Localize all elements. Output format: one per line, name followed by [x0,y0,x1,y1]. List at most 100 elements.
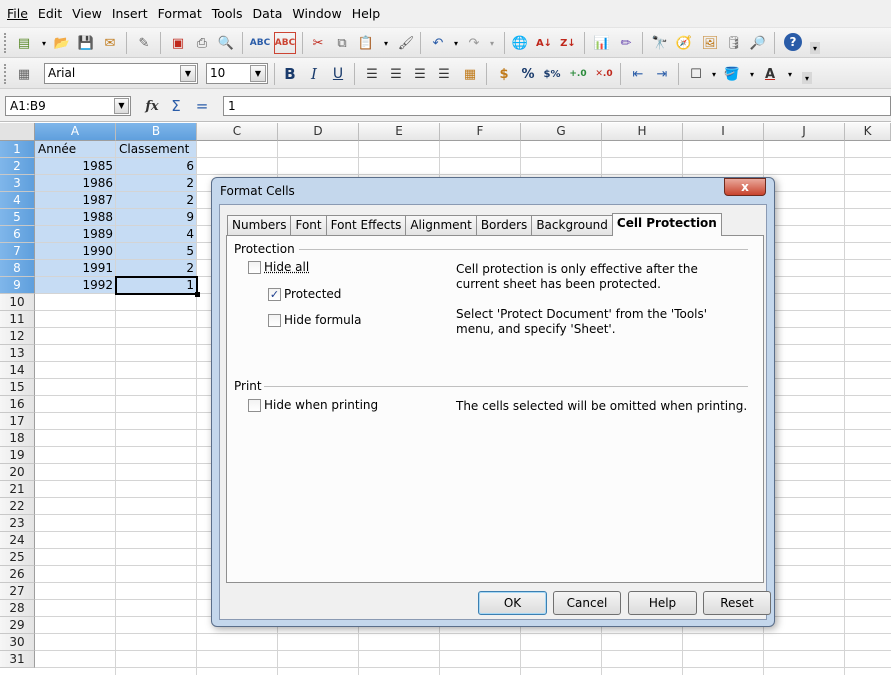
paste-dropdown-icon[interactable]: ▾ [376,33,396,53]
cell-a5[interactable]: 1988 [35,209,116,226]
background-color-icon[interactable]: 🪣 [722,64,742,84]
menu-insert[interactable]: Insert [107,0,153,28]
column-header-g[interactable]: G [521,123,602,141]
merge-cells-icon[interactable]: ▦ [460,64,480,84]
font-name-combo[interactable]: Arial ▼ [44,63,198,84]
row-header[interactable]: 25 [0,549,35,566]
open-folder-icon[interactable]: 📂 [52,33,72,53]
chevron-down-icon[interactable]: ▼ [114,98,129,114]
menu-edit[interactable]: Edit [33,0,67,28]
row-header[interactable]: 23 [0,515,35,532]
add-decimal-icon[interactable]: +.0 [568,64,588,84]
tab-alignment[interactable]: Alignment [405,215,477,235]
cell-b3[interactable]: 2 [116,175,197,192]
row-header[interactable]: 31 [0,651,35,668]
delete-decimal-icon[interactable]: ✕.0 [594,64,614,84]
row-header[interactable]: 20 [0,464,35,481]
cell-a8[interactable]: 1991 [35,260,116,277]
toolbar-grip[interactable] [4,64,8,84]
sum-icon[interactable]: Σ [166,96,186,116]
close-icon[interactable]: x [724,178,766,196]
chevron-down-icon[interactable]: ▼ [250,65,266,82]
row-header[interactable]: 22 [0,498,35,515]
help-icon[interactable]: ? [784,33,802,51]
currency-icon[interactable]: $ [494,64,514,84]
export-pdf-icon[interactable]: ▣ [168,33,188,53]
font-color-dropdown-icon[interactable]: ▾ [780,64,800,84]
underline-icon[interactable]: U [328,64,348,84]
tab-borders[interactable]: Borders [475,215,533,235]
formula-input[interactable]: 1 [223,96,891,116]
chevron-down-icon[interactable]: ▼ [180,65,196,82]
cell-a2[interactable]: 1985 [35,158,116,175]
row-header[interactable]: 5 [0,209,35,226]
cut-icon[interactable]: ✂ [308,33,328,53]
menu-help[interactable]: Help [347,0,386,28]
row-header[interactable]: 13 [0,345,35,362]
toolbar-grip[interactable] [4,33,8,53]
row-header[interactable]: 17 [0,413,35,430]
bold-icon[interactable]: B [280,64,300,84]
borders-icon[interactable]: ☐ [686,64,706,84]
row-header[interactable]: 9 [0,277,35,294]
column-header-i[interactable]: I [683,123,764,141]
menu-file[interactable]: File [2,0,33,28]
sort-descending-icon[interactable]: Z↓ [558,33,578,53]
cell-a9[interactable]: 1992 [35,277,116,294]
align-right-icon[interactable]: ☰ [410,64,430,84]
cell-a3[interactable]: 1986 [35,175,116,192]
decrease-indent-icon[interactable]: ⇤ [628,64,648,84]
row-header[interactable]: 19 [0,447,35,464]
name-box[interactable]: A1:B9 ▼ [5,96,131,116]
reset-button[interactable]: Reset [703,591,771,615]
align-left-icon[interactable]: ☰ [362,64,382,84]
tab-font-effects[interactable]: Font Effects [325,215,407,235]
hyperlink-icon[interactable]: 🌐 [510,33,530,53]
new-document-icon[interactable]: ▤ [14,33,34,53]
copy-icon[interactable]: ⧉ [332,33,352,53]
email-icon[interactable]: ✉ [100,33,120,53]
undo-icon[interactable]: ↶ [428,33,448,53]
function-icon[interactable]: = [192,96,212,116]
redo-dropdown-icon[interactable]: ▾ [482,33,502,53]
function-wizard-icon[interactable]: fx [142,96,162,116]
row-header[interactable]: 21 [0,481,35,498]
row-header[interactable]: 1 [0,141,35,158]
number-format-standard-icon[interactable]: $% [542,64,562,84]
row-header[interactable]: 24 [0,532,35,549]
styles-formatting-icon[interactable]: ▦ [14,64,34,84]
row-header[interactable]: 15 [0,379,35,396]
row-header[interactable]: 29 [0,617,35,634]
menu-tools[interactable]: Tools [207,0,248,28]
font-size-combo[interactable]: 10 ▼ [206,63,268,84]
italic-icon[interactable]: I [304,64,324,84]
row-header[interactable]: 26 [0,566,35,583]
undo-dropdown-icon[interactable]: ▾ [446,33,466,53]
row-header[interactable]: 11 [0,311,35,328]
chart-icon[interactable]: 📊 [592,33,612,53]
gallery-icon[interactable]: 🖼 [700,33,720,53]
zoom-icon[interactable]: 🔎 [748,33,768,53]
column-header-k[interactable]: K [845,123,891,141]
align-center-icon[interactable]: ☰ [386,64,406,84]
toolbar-overflow-icon[interactable]: ▾ [802,72,812,84]
autospellcheck-icon[interactable]: ABC [274,32,296,54]
row-header[interactable]: 27 [0,583,35,600]
draw-functions-icon[interactable]: ✏ [616,33,636,53]
protected-checkbox[interactable]: ✓ [268,288,281,301]
background-dropdown-icon[interactable]: ▾ [742,64,762,84]
hide-all-checkbox[interactable] [248,261,261,274]
navigator-icon[interactable]: 🧭 [674,33,694,53]
row-header[interactable]: 16 [0,396,35,413]
new-dropdown-icon[interactable]: ▾ [34,33,54,53]
cell-b4[interactable]: 2 [116,192,197,209]
cell-b1[interactable]: Classement [116,141,197,158]
fill-handle[interactable] [195,292,200,297]
hide-when-printing-label[interactable]: Hide when printing [264,398,378,412]
cancel-button[interactable]: Cancel [553,591,621,615]
row-header[interactable]: 12 [0,328,35,345]
row-header[interactable]: 30 [0,634,35,651]
row-header[interactable]: 4 [0,192,35,209]
row-header[interactable]: 3 [0,175,35,192]
cell-a6[interactable]: 1989 [35,226,116,243]
